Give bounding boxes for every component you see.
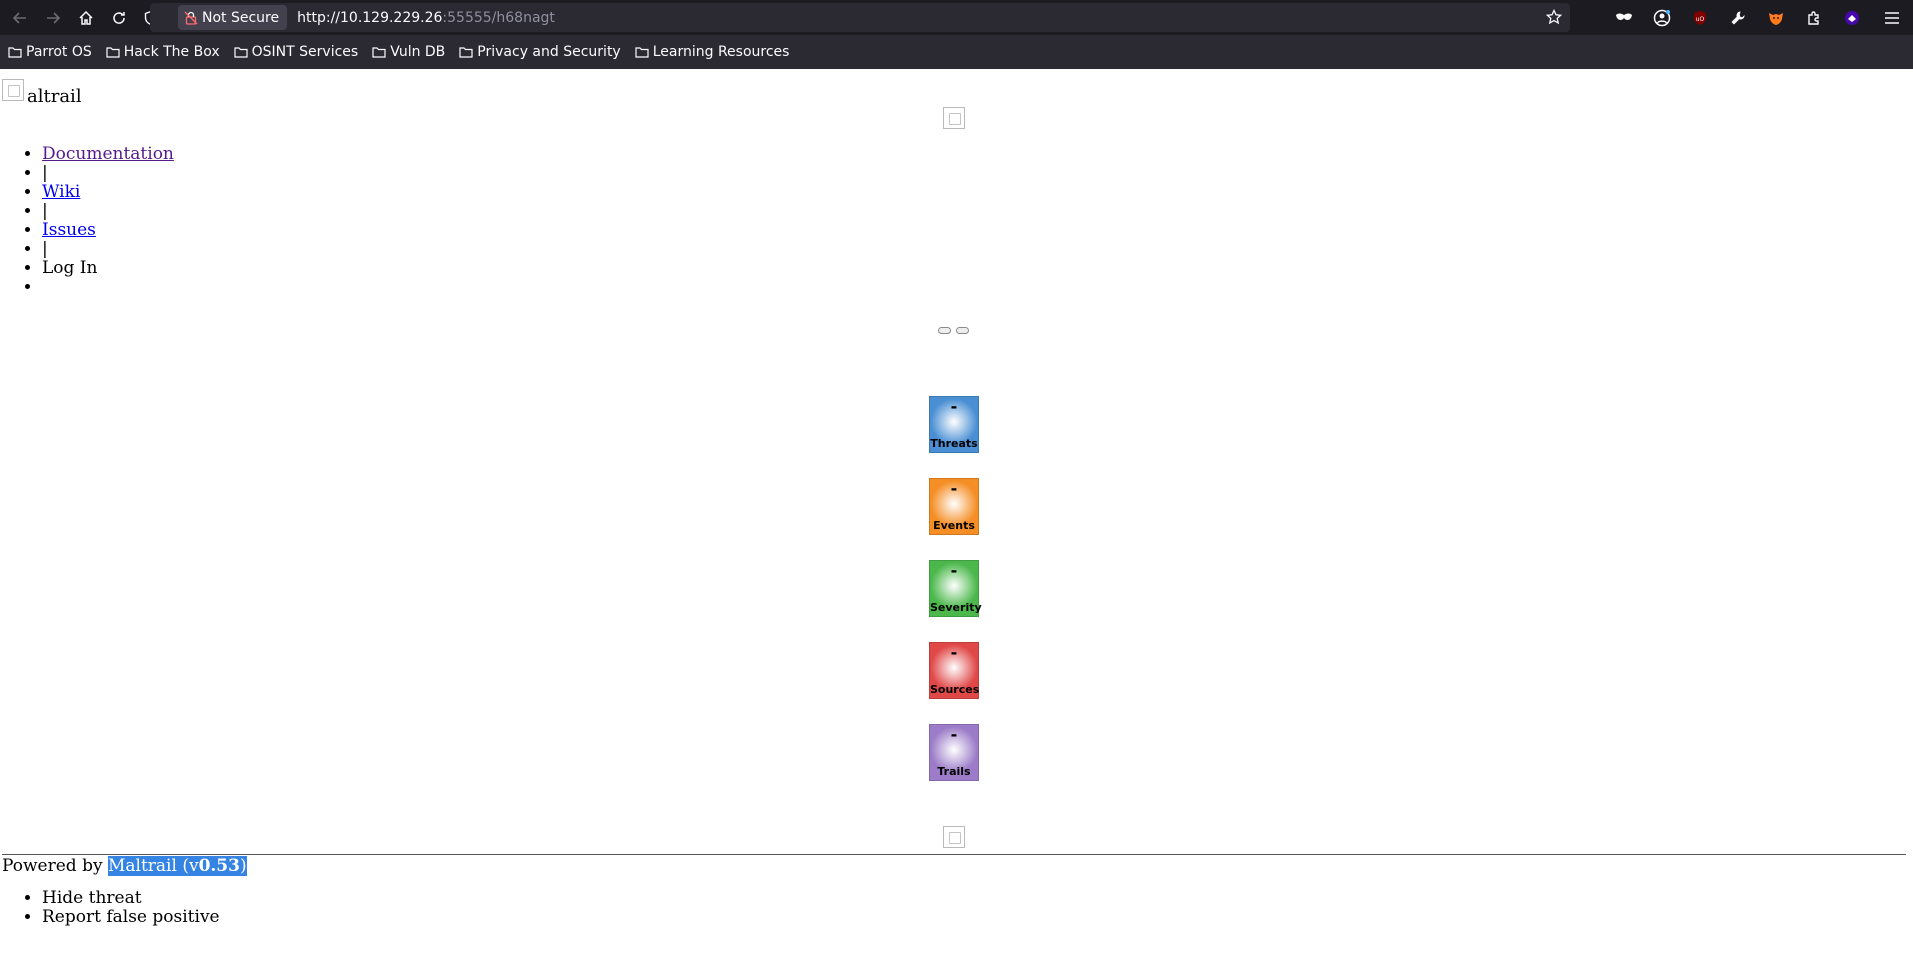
bookmarks-bar: Parrot OS Hack The Box OSINT Services Vu… <box>0 35 1913 69</box>
logo-text: altrail <box>27 86 82 107</box>
documentation-link[interactable]: Documentation <box>42 144 174 164</box>
severity-count: - <box>950 561 958 580</box>
product-link[interactable]: Maltrail (v0.53) <box>107 856 247 876</box>
issues-link[interactable]: Issues <box>42 220 96 240</box>
nav-item: Documentation <box>42 145 174 164</box>
bookmark-folder[interactable]: OSINT Services <box>234 44 359 60</box>
trails-label: Trails <box>937 765 971 778</box>
bookmark-folder[interactable]: Parrot OS <box>8 44 92 60</box>
toolbar-extensions: uO <box>1605 0 1913 35</box>
extensions-puzzle-icon[interactable] <box>1795 10 1833 26</box>
events-count: - <box>950 479 958 498</box>
page-content: altrail Documentation | Wiki | Issues | … <box>0 69 1913 959</box>
sources-count: - <box>950 643 958 662</box>
prev-period-button[interactable] <box>938 327 951 334</box>
folder-icon <box>8 47 22 58</box>
period-controls <box>938 327 969 334</box>
bookmark-folder[interactable]: Privacy and Security <box>459 44 621 60</box>
hamburger-menu-icon[interactable] <box>1871 11 1913 25</box>
security-label: Not Secure <box>202 9 280 26</box>
events-label: Events <box>933 519 975 532</box>
threats-label: Threats <box>930 437 978 450</box>
hide-threat-item[interactable]: Hide threat <box>42 889 220 908</box>
back-arrow-icon[interactable] <box>7 5 33 31</box>
bookmark-folder[interactable]: Vuln DB <box>372 44 445 60</box>
severity-stat-box[interactable]: - Severity <box>929 560 982 617</box>
not-secure-badge[interactable]: Not Secure <box>178 5 288 30</box>
sources-label: Sources <box>930 683 980 696</box>
next-period-button[interactable] <box>956 327 969 334</box>
threats-count: - <box>950 397 958 416</box>
account-icon[interactable] <box>1643 9 1681 27</box>
bookmark-label: Learning Resources <box>652 44 790 60</box>
wappalyzer-icon[interactable] <box>1833 10 1871 26</box>
folder-icon <box>372 47 386 58</box>
bookmark-label: OSINT Services <box>251 44 359 60</box>
login-link[interactable]: Log In <box>42 259 174 278</box>
header-nav: Documentation | Wiki | Issues | Log In <box>0 145 174 297</box>
bookmark-star-icon[interactable] <box>1545 8 1563 29</box>
trails-stat-box[interactable]: - Trails <box>929 724 979 781</box>
footer: Powered by Maltrail (v0.53) <box>2 856 247 876</box>
incognito-mask-icon[interactable] <box>1605 12 1643 24</box>
bookmark-label: Hack The Box <box>123 44 220 60</box>
threat-context-menu: Hide threat Report false positive <box>0 889 220 927</box>
nav-item: Wiki <box>42 183 174 202</box>
bookmark-folder[interactable]: Hack The Box <box>106 44 220 60</box>
product-version: 0.53 <box>198 856 240 876</box>
powered-by-text: Powered by <box>2 856 108 876</box>
nav-separator: | <box>42 202 174 221</box>
sources-stat-box[interactable]: - Sources <box>929 642 979 699</box>
browser-toolbar: Not Secure http://10.129.229.26:55555/h6… <box>0 0 1913 35</box>
nav-separator: | <box>42 164 174 183</box>
url-bar[interactable]: Not Secure http://10.129.229.26:55555/h6… <box>150 3 1570 32</box>
bookmark-folder[interactable]: Learning Resources <box>635 44 790 60</box>
forward-arrow-icon[interactable] <box>40 5 66 31</box>
home-icon[interactable] <box>73 5 99 31</box>
svg-text:uO: uO <box>1696 16 1705 23</box>
threats-stat-box[interactable]: - Threats <box>929 396 979 453</box>
broken-lock-icon <box>184 11 198 25</box>
reload-icon[interactable] <box>106 5 132 31</box>
logo-broken-image-icon <box>2 79 24 101</box>
product-suffix: ) <box>239 856 247 876</box>
url-text[interactable]: http://10.129.229.26:55555/h68nagt <box>297 10 555 26</box>
nav-empty-item <box>42 278 174 297</box>
folder-icon <box>459 47 473 58</box>
product-name: Maltrail (v <box>107 856 199 876</box>
header-broken-image-icon <box>943 107 965 129</box>
folder-icon <box>106 47 120 58</box>
bookmark-label: Vuln DB <box>390 44 446 60</box>
footer-divider <box>2 854 1906 855</box>
report-false-positive-item[interactable]: Report false positive <box>42 908 220 927</box>
trails-count: - <box>950 725 958 744</box>
ublock-icon[interactable]: uO <box>1681 10 1719 26</box>
nav-item: Issues <box>42 221 174 240</box>
severity-label: Severity <box>930 601 982 614</box>
bookmark-label: Privacy and Security <box>477 44 621 60</box>
nav-separator: | <box>42 240 174 259</box>
wrench-icon[interactable] <box>1719 10 1757 26</box>
foxyproxy-icon[interactable] <box>1757 10 1795 26</box>
footer-broken-image-icon <box>943 826 965 848</box>
url-host: http://10.129.229.26 <box>297 9 443 26</box>
folder-icon <box>234 47 248 58</box>
folder-icon <box>635 47 649 58</box>
url-path: :55555/h68nagt <box>442 9 555 26</box>
wiki-link[interactable]: Wiki <box>42 182 80 202</box>
bookmark-label: Parrot OS <box>26 44 92 60</box>
events-stat-box[interactable]: - Events <box>929 478 979 535</box>
